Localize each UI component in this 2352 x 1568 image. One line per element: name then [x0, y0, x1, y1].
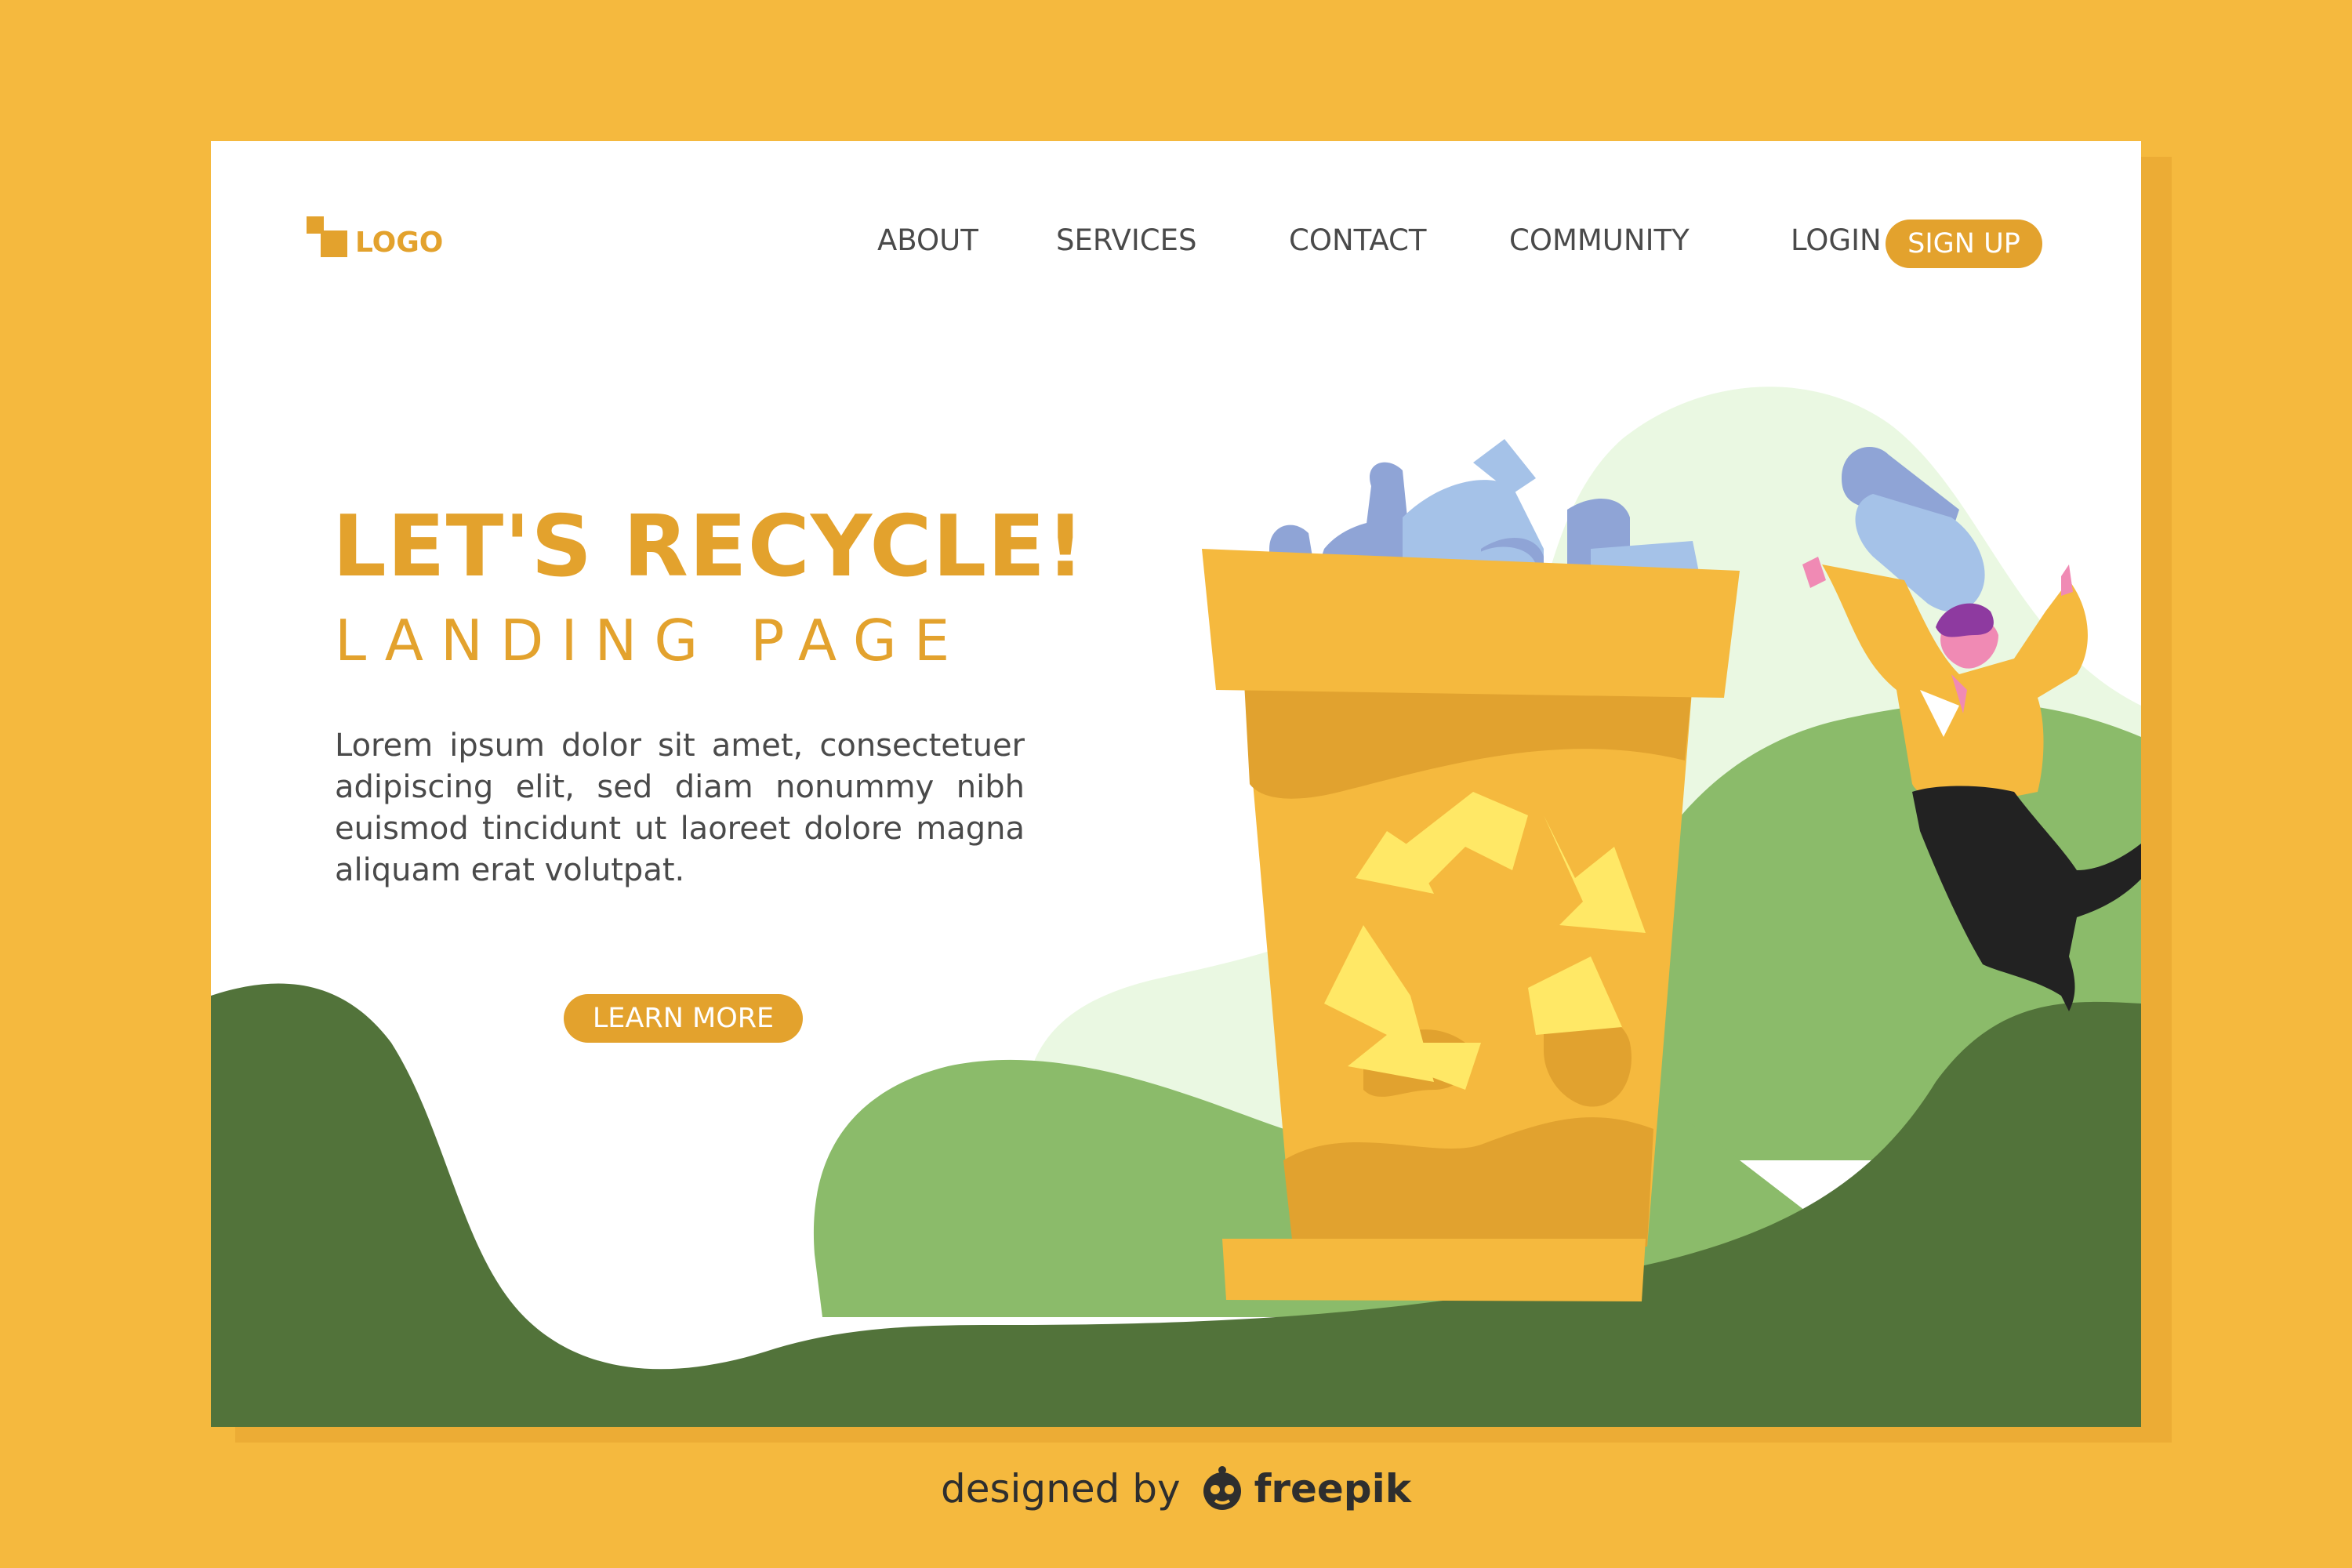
credit-brand: freepik [1254, 1466, 1411, 1512]
logo[interactable]: LOGO [307, 216, 463, 263]
freepik-icon [1203, 1466, 1241, 1510]
learn-more-button[interactable]: LEARN MORE [564, 994, 803, 1043]
nav-about[interactable]: ABOUT [877, 223, 978, 257]
freepik-credit: designed by freepik [0, 1465, 2352, 1513]
logo-text: LOGO [355, 227, 444, 259]
hero-subtitle: LANDING PAGE [335, 608, 967, 673]
hero-title: LET'S RECYCLE! [332, 498, 1086, 596]
logo-mark-icon [307, 216, 354, 263]
nav-login[interactable]: LOGIN [1791, 223, 1882, 257]
bin-rim [1202, 549, 1740, 698]
nav-services[interactable]: SERVICES [1056, 223, 1196, 257]
landing-page-card: LOGO ABOUT SERVICES CONTACT COMMUNITY LO… [211, 141, 2141, 1427]
nav-community[interactable]: COMMUNITY [1509, 223, 1690, 257]
credit-designed-by: designed by [940, 1466, 1181, 1512]
nav-contact[interactable]: CONTACT [1289, 223, 1426, 257]
bin-base [1222, 1239, 1646, 1301]
hero-body-text: Lorem ipsum dolor sit amet, consectetuer… [335, 728, 1025, 888]
signup-button[interactable]: SIGN UP [1886, 220, 2042, 268]
